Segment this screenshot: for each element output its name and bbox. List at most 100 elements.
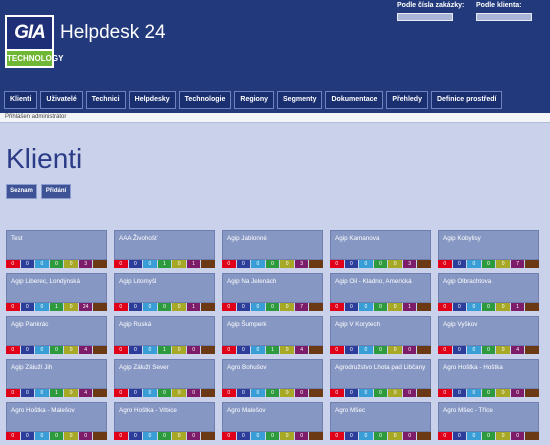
ticket-count-2[interactable]: 0 xyxy=(143,432,158,440)
ticket-count-1[interactable]: 0 xyxy=(128,346,144,354)
ticket-count-6[interactable] xyxy=(309,346,324,354)
ticket-count-3[interactable]: 0 xyxy=(265,303,281,311)
ticket-count-5[interactable]: 1 xyxy=(510,303,526,311)
nav-item-8[interactable]: Přehledy xyxy=(386,91,428,109)
ticket-count-5[interactable]: 1 xyxy=(402,303,418,311)
ticket-count-6[interactable] xyxy=(93,303,108,311)
ticket-count-0[interactable]: 0 xyxy=(6,303,21,311)
client-name[interactable]: Agrodružstvo Lhota pad Libčany xyxy=(335,364,430,372)
client-name[interactable]: Agro Mšec xyxy=(335,407,430,415)
ticket-count-2[interactable]: 0 xyxy=(467,389,482,397)
nav-item-3[interactable]: Helpdesky xyxy=(128,91,176,109)
ticket-count-3[interactable]: 0 xyxy=(49,432,65,440)
ticket-count-5[interactable]: 3 xyxy=(294,260,310,268)
client-card[interactable]: Agip Kamanova 0 0 0 0 0 3 xyxy=(330,230,432,268)
ticket-count-0[interactable]: 0 xyxy=(330,389,345,397)
ticket-count-3[interactable]: 0 xyxy=(373,260,389,268)
ticket-count-2[interactable]: 0 xyxy=(359,260,374,268)
ticket-count-6[interactable] xyxy=(93,260,108,268)
ticket-count-3[interactable]: 1 xyxy=(49,303,65,311)
ticket-count-2[interactable]: 0 xyxy=(359,303,374,311)
ticket-count-0[interactable]: 0 xyxy=(6,389,21,397)
client-name[interactable]: Agip Oil - Kladno, Americká xyxy=(335,278,430,286)
ticket-count-2[interactable]: 0 xyxy=(143,389,158,397)
ticket-count-4[interactable]: 0 xyxy=(172,432,187,440)
ticket-count-6[interactable] xyxy=(201,303,216,311)
client-name[interactable]: Agip Liberec, Londýnská xyxy=(11,278,106,286)
ticket-count-0[interactable]: 0 xyxy=(114,432,129,440)
ticket-count-4[interactable]: 0 xyxy=(280,389,295,397)
ticket-count-4[interactable]: 0 xyxy=(172,389,187,397)
client-card[interactable]: Agip Litomyšl 0 0 0 0 0 1 xyxy=(114,273,216,311)
ticket-count-1[interactable]: 0 xyxy=(344,303,360,311)
ticket-count-5[interactable]: 0 xyxy=(294,389,310,397)
ticket-count-3[interactable]: 0 xyxy=(265,432,281,440)
client-card[interactable]: Agro Mšec - Tříce 0 0 0 0 0 0 xyxy=(438,402,540,440)
client-card[interactable]: Agip Vyškov 0 0 0 0 0 4 xyxy=(438,316,540,354)
client-card[interactable]: Agip Kobylisy 0 0 0 0 0 7 xyxy=(438,230,540,268)
ticket-count-2[interactable]: 0 xyxy=(143,346,158,354)
ticket-count-1[interactable]: 0 xyxy=(344,432,360,440)
ticket-count-0[interactable]: 0 xyxy=(438,389,453,397)
ticket-count-5[interactable]: 7 xyxy=(510,260,526,268)
client-card[interactable]: Agip Na Jelenách 0 0 0 0 0 7 xyxy=(222,273,324,311)
ticket-count-1[interactable]: 0 xyxy=(236,303,252,311)
ticket-count-1[interactable]: 0 xyxy=(236,260,252,268)
ticket-count-5[interactable]: 4 xyxy=(78,346,94,354)
ticket-count-5[interactable]: 4 xyxy=(294,346,310,354)
ticket-count-4[interactable]: 0 xyxy=(280,303,295,311)
ticket-count-1[interactable]: 0 xyxy=(20,389,36,397)
ticket-count-6[interactable] xyxy=(309,389,324,397)
ticket-count-0[interactable]: 0 xyxy=(222,389,237,397)
ticket-count-1[interactable]: 0 xyxy=(452,303,468,311)
client-name[interactable]: Agro Bohušov xyxy=(227,364,322,372)
ticket-count-2[interactable]: 0 xyxy=(359,432,374,440)
ticket-count-1[interactable]: 0 xyxy=(236,432,252,440)
ticket-count-4[interactable]: 0 xyxy=(496,303,511,311)
ticket-count-3[interactable]: 0 xyxy=(265,260,281,268)
ticket-count-0[interactable]: 0 xyxy=(114,389,129,397)
nav-item-1[interactable]: Uživatelé xyxy=(40,91,83,109)
client-card[interactable]: Agip Olbrachtova 0 0 0 0 0 1 xyxy=(438,273,540,311)
ticket-count-5[interactable]: 24 xyxy=(78,303,94,311)
ticket-count-6[interactable] xyxy=(417,432,432,440)
client-card[interactable]: Agro Hoštka - Hoštka 0 0 0 0 0 0 xyxy=(438,359,540,397)
client-name[interactable]: Agip Litomyšl xyxy=(119,278,214,286)
ticket-count-5[interactable]: 0 xyxy=(78,432,94,440)
ticket-count-4[interactable]: 0 xyxy=(388,432,403,440)
ticket-count-4[interactable]: 0 xyxy=(64,432,79,440)
ticket-count-4[interactable]: 0 xyxy=(172,346,187,354)
ticket-count-6[interactable] xyxy=(93,346,108,354)
ticket-count-1[interactable]: 0 xyxy=(128,303,144,311)
client-name[interactable]: Agip Kobylisy xyxy=(443,235,538,243)
ticket-count-4[interactable]: 0 xyxy=(388,260,403,268)
client-card[interactable]: Agip Ruská 0 0 0 1 0 0 xyxy=(114,316,216,354)
client-card[interactable]: Agro Bohušov 0 0 0 0 0 0 xyxy=(222,359,324,397)
client-name[interactable]: Agro Hoštka - Hoštka xyxy=(443,364,538,372)
ticket-count-1[interactable]: 0 xyxy=(20,260,36,268)
ticket-count-3[interactable]: 0 xyxy=(157,389,173,397)
ticket-count-1[interactable]: 0 xyxy=(20,432,36,440)
ticket-count-4[interactable]: 0 xyxy=(280,260,295,268)
client-card[interactable]: Agip Záluží Sever 0 0 0 0 0 0 xyxy=(114,359,216,397)
ticket-count-2[interactable]: 0 xyxy=(143,260,158,268)
ticket-count-1[interactable]: 0 xyxy=(20,346,36,354)
order-search-input[interactable] xyxy=(397,13,453,21)
ticket-count-5[interactable]: 4 xyxy=(78,389,94,397)
ticket-count-0[interactable]: 0 xyxy=(438,432,453,440)
ticket-count-2[interactable]: 0 xyxy=(467,346,482,354)
client-name[interactable]: Agro Hoštka - Vrbice xyxy=(119,407,214,415)
ticket-count-1[interactable]: 0 xyxy=(128,260,144,268)
ticket-count-3[interactable]: 1 xyxy=(49,389,65,397)
ticket-count-5[interactable]: 7 xyxy=(294,303,310,311)
ticket-count-6[interactable] xyxy=(525,346,540,354)
ticket-count-5[interactable]: 1 xyxy=(186,260,202,268)
ticket-count-5[interactable]: 0 xyxy=(186,346,202,354)
client-card[interactable]: Agip Pankrác 0 0 0 0 0 4 xyxy=(6,316,108,354)
ticket-count-3[interactable]: 0 xyxy=(481,432,497,440)
ticket-count-2[interactable]: 0 xyxy=(251,303,266,311)
ticket-count-4[interactable]: 0 xyxy=(280,432,295,440)
ticket-count-5[interactable]: 3 xyxy=(78,260,94,268)
client-card[interactable]: Agro Mšec 0 0 0 0 0 0 xyxy=(330,402,432,440)
ticket-count-1[interactable]: 0 xyxy=(344,346,360,354)
